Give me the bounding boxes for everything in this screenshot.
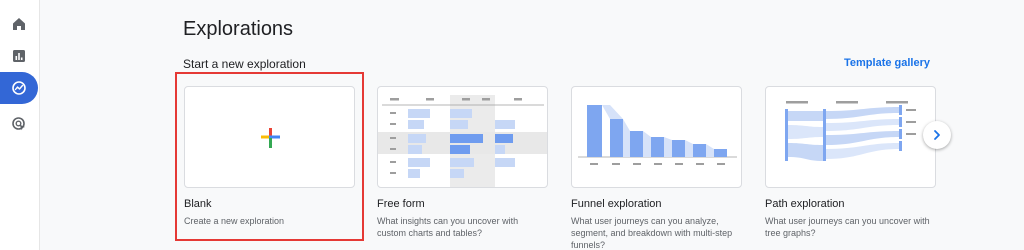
card-description: Create a new exploration (184, 216, 285, 226)
card-funnel-exploration[interactable]: Funnel exploration What user journeys ca… (571, 86, 742, 250)
reports-icon (13, 50, 25, 62)
card-title: Path exploration (765, 198, 845, 210)
free-form-thumbnail (377, 86, 548, 188)
template-gallery-link[interactable]: Template gallery (844, 57, 930, 69)
card-free-form[interactable]: Free form What insights can you uncover … (377, 86, 548, 239)
card-description: What user journeys can you analyze, segm… (571, 216, 733, 250)
card-title: Blank (184, 198, 212, 210)
nav-home[interactable] (0, 8, 38, 40)
card-path-exploration[interactable]: Path exploration What user journeys can … (765, 86, 936, 239)
advertising-icon (12, 117, 25, 131)
home-icon (13, 18, 25, 30)
path-illustration (785, 101, 916, 161)
card-blank[interactable]: Blank Create a new exploration (184, 86, 355, 227)
card-description: What user journeys can you uncover with … (765, 216, 930, 238)
card-description: What insights can you uncover with custo… (377, 216, 519, 238)
page-title: Explorations (183, 18, 294, 40)
table-illustration (378, 95, 547, 187)
nav-explore[interactable] (0, 72, 38, 104)
funnel-illustration (578, 105, 737, 165)
nav-advertising[interactable] (0, 108, 38, 140)
path-thumbnail (765, 86, 936, 188)
explore-icon (12, 81, 26, 95)
section-heading: Start a new exploration (183, 57, 306, 71)
card-title: Free form (377, 198, 425, 210)
carousel-next-button[interactable] (923, 121, 951, 149)
nav-reports[interactable] (0, 40, 38, 72)
chevron-right-icon (934, 130, 940, 140)
left-nav-rail (0, 0, 40, 250)
card-title: Funnel exploration (571, 198, 662, 210)
plus-icon (261, 128, 280, 148)
funnel-thumbnail (571, 86, 742, 188)
main-content: Explorations Start a new exploration Tem… (40, 0, 1024, 250)
blank-thumbnail (184, 86, 355, 188)
